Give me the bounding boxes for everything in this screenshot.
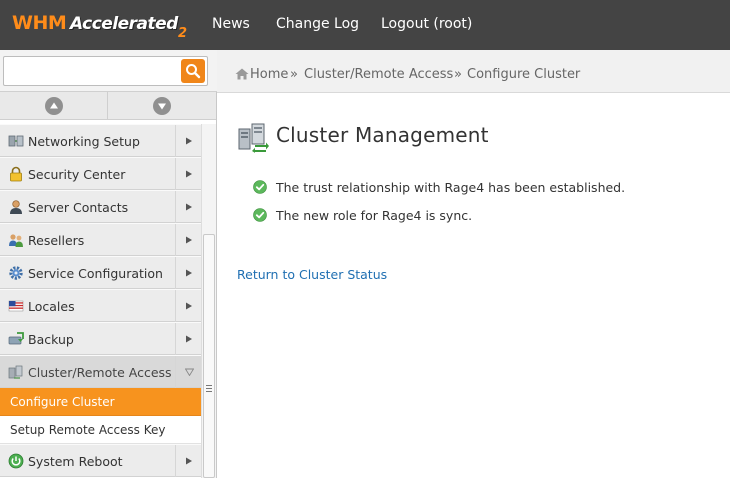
- sidebar-subitem-label: Configure Cluster: [10, 395, 115, 409]
- scrollbar-grip: [206, 385, 212, 386]
- search-box: [3, 56, 208, 86]
- chevron-right-icon: [186, 170, 192, 178]
- breadcrumb-item-configure-cluster: Configure Cluster: [467, 67, 581, 82]
- sidebar-item-label: Security Center: [28, 167, 126, 182]
- sidebar-item-label: Server Contacts: [28, 200, 129, 215]
- search-row: [0, 50, 217, 92]
- sidebar-item-cluster-remote-access[interactable]: Cluster/Remote Access: [0, 355, 201, 388]
- sidebar-item-networking-setup[interactable]: Networking Setup: [0, 124, 201, 157]
- flag-icon: [8, 300, 24, 312]
- expand-arrow[interactable]: [175, 290, 201, 322]
- sidebar-item-label: System Reboot: [28, 454, 123, 469]
- sidebar-item-label: Locales: [28, 299, 75, 314]
- sidebar-menu: Networking Setup Security Center Server …: [0, 124, 201, 477]
- sidebar-scrollbar[interactable]: [201, 124, 216, 478]
- menu-scroll-up-button[interactable]: [0, 92, 107, 120]
- menu-scroll-down-button[interactable]: [108, 92, 216, 120]
- expand-arrow[interactable]: [175, 323, 201, 355]
- sidebar-subitem-label: Setup Remote Access Key: [10, 423, 166, 437]
- chevron-right-icon: [186, 203, 192, 211]
- search-button[interactable]: [181, 59, 205, 83]
- backup-icon: [8, 332, 24, 345]
- chevron-right-icon: [186, 137, 192, 145]
- sidebar-item-security-center[interactable]: Security Center: [0, 157, 201, 190]
- power-icon: [8, 453, 24, 469]
- main-content: Cluster Management The trust relationshi…: [218, 94, 730, 478]
- left-panel: Networking Setup Security Center Server …: [0, 50, 217, 478]
- sidebar-item-system-reboot[interactable]: System Reboot: [0, 444, 201, 477]
- return-to-cluster-status-link[interactable]: Return to Cluster Status: [237, 267, 387, 282]
- check-circle-icon: [253, 208, 267, 222]
- arrow-down-icon: [158, 103, 166, 110]
- scrollbar-grip: [206, 388, 212, 389]
- breadcrumb-home-link[interactable]: Home: [250, 67, 288, 82]
- scrollbar-grip: [206, 391, 212, 392]
- expand-arrow[interactable]: [175, 191, 201, 223]
- menu-scroll-buttons: [0, 92, 216, 120]
- sidebar-scrollbar-thumb[interactable]: [203, 234, 215, 478]
- arrow-up-icon: [49, 102, 58, 109]
- sidebar-item-backup[interactable]: Backup: [0, 322, 201, 355]
- sidebar-item-service-configuration[interactable]: Service Configuration: [0, 256, 201, 289]
- page-title: Cluster Management: [276, 123, 489, 147]
- chevron-down-icon: [185, 368, 194, 376]
- logo-accelerated-text: Accelerated: [70, 14, 178, 34]
- network-icon: [8, 135, 24, 147]
- breadcrumb: Home » Cluster/Remote Access » Configure…: [217, 50, 730, 93]
- expand-arrow[interactable]: [175, 158, 201, 190]
- sidebar-item-label: Backup: [28, 332, 74, 347]
- logo-version-text: 2: [178, 26, 188, 41]
- sidebar-item-label: Resellers: [28, 233, 85, 248]
- expand-arrow[interactable]: [175, 257, 201, 289]
- expand-arrow[interactable]: [175, 224, 201, 256]
- sidebar-item-label: Networking Setup: [28, 134, 140, 149]
- sidebar-subitem-setup-remote-access-key[interactable]: Setup Remote Access Key: [0, 416, 201, 444]
- lock-icon: [10, 166, 22, 182]
- expand-arrow[interactable]: [175, 445, 201, 477]
- breadcrumb-item-cluster-remote-access[interactable]: Cluster/Remote Access: [304, 67, 453, 82]
- search-input[interactable]: [8, 61, 178, 81]
- nav-logout-link[interactable]: Logout (root): [381, 16, 472, 32]
- chevron-right-icon: [186, 236, 192, 244]
- sidebar-item-server-contacts[interactable]: Server Contacts: [0, 190, 201, 223]
- cluster-management-icon: [238, 123, 269, 153]
- whm-logo[interactable]: WHM Accelerated 2: [12, 8, 192, 44]
- success-message-text: The new role for Rage4 is sync.: [276, 208, 473, 223]
- cluster-icon: [8, 365, 23, 379]
- expand-arrow[interactable]: [175, 125, 201, 157]
- sidebar-item-label: Service Configuration: [28, 266, 163, 281]
- logo-whm-text: WHM: [12, 12, 67, 34]
- top-bar: WHM Accelerated 2 News Change Log Logout…: [0, 0, 730, 50]
- resellers-icon: [9, 234, 23, 247]
- chevron-right-icon: [186, 302, 192, 310]
- nav-changelog-link[interactable]: Change Log: [276, 16, 359, 32]
- search-icon: [186, 64, 201, 79]
- chevron-right-icon: [186, 335, 192, 343]
- chevron-right-icon: [186, 269, 192, 277]
- home-icon[interactable]: [235, 68, 249, 80]
- sidebar-item-locales[interactable]: Locales: [0, 289, 201, 322]
- sidebar-subitem-configure-cluster[interactable]: Configure Cluster: [0, 388, 201, 416]
- gear-icon: [9, 266, 23, 280]
- breadcrumb-separator: »: [290, 67, 298, 82]
- contact-icon: [10, 200, 22, 214]
- chevron-right-icon: [186, 457, 192, 465]
- nav-news-link[interactable]: News: [212, 16, 250, 32]
- success-message-text: The trust relationship with Rage4 has be…: [276, 180, 626, 195]
- breadcrumb-separator: »: [454, 67, 462, 82]
- check-circle-icon: [253, 180, 267, 194]
- collapse-arrow[interactable]: [175, 356, 201, 388]
- sidebar-item-label: Cluster/Remote Access: [28, 365, 172, 380]
- sidebar-item-resellers[interactable]: Resellers: [0, 223, 201, 256]
